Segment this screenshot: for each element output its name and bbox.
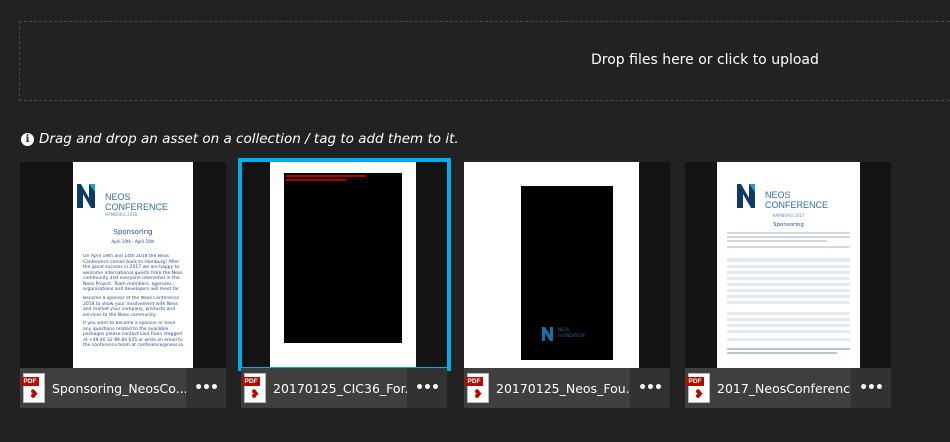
preview-brand-top: NEOS	[765, 190, 791, 200]
pdf-badge: PDF	[242, 377, 260, 386]
preview-paragraph: On April 19th and 14th 2018 the Neos Con…	[83, 254, 183, 292]
asset-caption: PDF ❥ 20170125_Neos_Fou... •••	[464, 368, 670, 408]
document-page-preview: NEOS FOUNDATION	[464, 162, 639, 368]
upload-dropzone[interactable]: Drop files here or click to upload	[19, 21, 950, 101]
asset-tile[interactable]: NEOS CONFERENCE HAMBURG 2018 Sponsoring …	[20, 162, 226, 408]
black-page-content	[284, 173, 402, 343]
asset-filename: 2017_NeosConferenc...	[717, 380, 851, 396]
preview-paragraph: If you want to become a sponsor or have …	[83, 321, 184, 348]
asset-thumbnail[interactable]: NEOS CONFERENCE HAMBURG 2017 Sponsoring	[685, 162, 891, 368]
asset-tile[interactable]: NEOS FOUNDATION PDF ❥ 20170125_Neos_Fou.…	[464, 162, 670, 408]
preview-heading: Sponsoring	[773, 222, 804, 228]
asset-caption: PDF ❥ 20170125_CIC36_For... •••	[241, 368, 447, 408]
more-options-button[interactable]: •••	[630, 368, 670, 408]
asset-tile[interactable]: PDF ❥ 20170125_CIC36_For... •••	[238, 158, 451, 408]
pdf-badge: PDF	[465, 377, 483, 386]
preview-brand-bottom: CONFERENCE	[765, 200, 829, 210]
preview-heading: Sponsoring	[113, 228, 153, 236]
info-circle-icon: i	[21, 132, 34, 146]
preview-date: April 19th - April 20th	[111, 239, 155, 244]
pdf-file-icon: PDF ❥	[465, 373, 489, 403]
pdf-file-icon: PDF ❥	[242, 373, 266, 403]
asset-filename: Sponsoring_NeosCo...	[52, 380, 186, 396]
pdf-file-icon: PDF ❥	[21, 373, 45, 403]
asset-caption: PDF ❥ Sponsoring_NeosCo... •••	[20, 368, 226, 408]
asset-filename: 20170125_Neos_Fou...	[496, 380, 630, 396]
more-options-button[interactable]: •••	[407, 368, 447, 408]
asset-thumbnail[interactable]: NEOS CONFERENCE HAMBURG 2018 Sponsoring …	[20, 162, 226, 368]
preview-brand-bottom: FOUNDATION	[558, 333, 585, 338]
asset-thumbnail[interactable]: NEOS FOUNDATION	[464, 162, 670, 368]
asset-caption: PDF ❥ 2017_NeosConferenc... •••	[685, 368, 891, 408]
preview-paragraph: Become a sponsor of the Neos Conference …	[83, 296, 179, 318]
preview-location: HAMBURG 2018	[105, 212, 138, 217]
document-page-preview: NEOS CONFERENCE HAMBURG 2017 Sponsoring	[717, 162, 860, 368]
upload-label: Drop files here or click to upload	[591, 52, 819, 68]
pdf-badge: PDF	[21, 377, 39, 386]
asset-thumbnail[interactable]	[238, 158, 451, 371]
asset-tile[interactable]: NEOS CONFERENCE HAMBURG 2017 Sponsoring …	[685, 162, 891, 408]
pdf-file-icon: PDF ❥	[686, 373, 710, 403]
preview-location: HAMBURG 2017	[772, 213, 805, 218]
drag-hint: i Drag and drop an asset on a collection…	[21, 131, 459, 147]
black-page-content: NEOS FOUNDATION	[521, 186, 613, 360]
preview-brand-top: NEOS	[105, 192, 131, 202]
drag-hint-text: Drag and drop an asset on a collection /…	[39, 131, 459, 147]
document-page-preview	[270, 162, 416, 367]
preview-brand-bottom: CONFERENCE	[105, 202, 169, 212]
neos-logo-icon	[542, 327, 553, 341]
document-page-preview: NEOS CONFERENCE HAMBURG 2018 Sponsoring …	[73, 162, 193, 368]
pdf-badge: PDF	[686, 377, 704, 386]
asset-filename: 20170125_CIC36_For...	[273, 380, 407, 396]
more-options-button[interactable]: •••	[186, 368, 226, 408]
more-options-button[interactable]: •••	[851, 368, 891, 408]
